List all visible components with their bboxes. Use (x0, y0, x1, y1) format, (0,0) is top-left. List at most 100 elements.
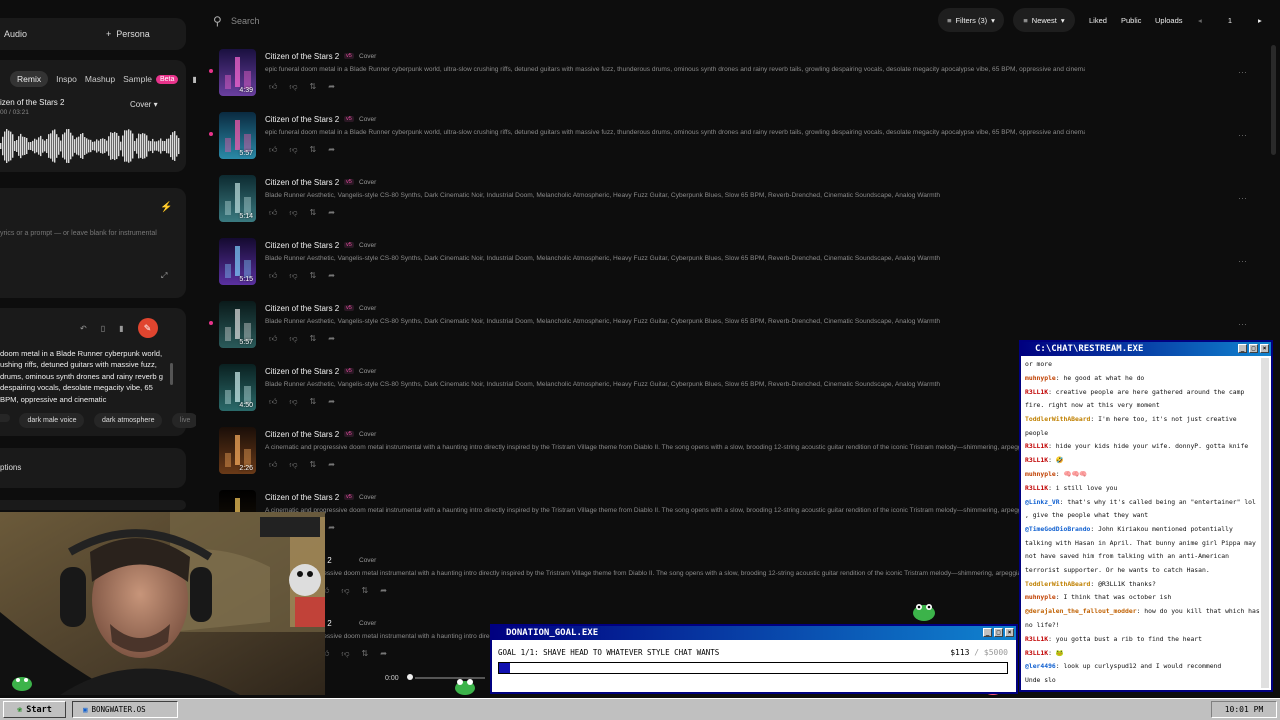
song-title[interactable]: Citizen of the Stars 2 (265, 304, 339, 313)
chat-username[interactable]: @TimeGodDioBrando (1025, 525, 1090, 533)
chat-scrollbar[interactable] (1261, 358, 1269, 688)
persona-button[interactable]: + Persona (106, 29, 150, 39)
song-title[interactable]: Citizen of the Stars 2 (265, 52, 339, 61)
next-page-icon[interactable]: ▸ (1258, 8, 1262, 32)
filters-button[interactable]: ≡ Filters (3) ▾ (938, 8, 1004, 32)
maximize-icon[interactable]: □ (994, 628, 1003, 637)
search-box[interactable]: ⚲ (205, 8, 925, 34)
song-cover-art[interactable]: 5:14 (219, 175, 256, 222)
remix-icon[interactable]: ⇅ (310, 145, 317, 155)
public-filter[interactable]: Public (1121, 8, 1141, 32)
remix-icon[interactable]: ⇅ (310, 208, 317, 218)
more-options-icon[interactable]: ⋯ (1238, 193, 1247, 204)
song-title[interactable]: Citizen of the Stars 2 (265, 241, 339, 250)
trash-icon[interactable]: ▮ (192, 75, 196, 84)
audio-tab[interactable]: Audio (4, 29, 27, 39)
taskbar-app-button[interactable]: ▣ BONGWATER.OS (72, 701, 178, 718)
cover-dropdown[interactable]: Cover ▾ (130, 100, 158, 109)
bookmark-icon[interactable]: ▯ (101, 324, 105, 333)
more-options-icon[interactable]: ⋯ (1238, 256, 1247, 267)
song-title[interactable]: Citizen of the Stars 2 (265, 430, 339, 439)
chat-username[interactable]: muhnyple (1025, 470, 1056, 478)
remix-icon[interactable]: ⇅ (310, 82, 317, 92)
share-icon[interactable]: ➦ (328, 145, 335, 155)
search-input[interactable] (231, 16, 631, 26)
delete-icon[interactable]: ▮ (119, 324, 123, 333)
minimize-icon[interactable]: _ (983, 628, 992, 637)
like-icon[interactable]: 👍︎ (269, 208, 277, 218)
share-icon[interactable]: ➦ (328, 523, 335, 533)
more-options-card[interactable]: ptions (0, 448, 186, 488)
remix-icon[interactable]: ⇅ (310, 334, 317, 344)
dislike-icon[interactable]: 👎︎ (341, 586, 349, 596)
song-title[interactable]: Citizen of the Stars 2 (265, 115, 339, 124)
dislike-icon[interactable]: 👎︎ (289, 208, 297, 218)
style-input[interactable]: doom metal in a Blade Runner cyberpunk w… (0, 348, 166, 405)
share-icon[interactable]: ➦ (328, 334, 335, 344)
chat-username[interactable]: R3LL1K (1025, 649, 1048, 657)
tab-sample[interactable]: Sample (123, 74, 152, 84)
song-row[interactable]: 5:14 Citizen of the Stars 2 v5 Cover Blade R… (205, 171, 1265, 234)
song-title[interactable]: Citizen of the Stars 2 (265, 493, 339, 502)
chat-username[interactable]: R3LL1K (1025, 388, 1048, 396)
share-icon[interactable]: ➦ (328, 460, 335, 470)
player-scrubber[interactable] (406, 674, 413, 680)
song-cover-art[interactable]: 5:15 (219, 238, 256, 285)
song-row[interactable]: 5:57 Citizen of the Stars 2 v5 Cover epic fu… (205, 108, 1265, 171)
chat-username[interactable]: R3LL1K (1025, 635, 1048, 643)
song-cover-art[interactable]: 4:39 (219, 49, 256, 96)
song-title[interactable]: Citizen of the Stars 2 (265, 367, 339, 376)
more-options-icon[interactable]: ⋯ (1238, 319, 1247, 330)
tag-chip[interactable] (0, 414, 10, 422)
dislike-icon[interactable]: 👎︎ (289, 271, 297, 281)
like-icon[interactable]: 👍︎ (269, 145, 277, 155)
expand-icon[interactable]: ⤢ (161, 271, 167, 281)
song-cover-art[interactable]: 4:50 (219, 364, 256, 411)
chat-titlebar[interactable]: C:\CHAT\RESTREAM.EXE _ □ × (1021, 342, 1271, 356)
chat-username[interactable]: @ler4496 (1025, 662, 1056, 670)
minimize-icon[interactable]: _ (1238, 344, 1247, 353)
like-icon[interactable]: 👍︎ (269, 271, 277, 281)
remix-icon[interactable]: ⇅ (310, 397, 317, 407)
magic-wand-icon[interactable]: ⚡ (160, 202, 172, 213)
liked-filter[interactable]: Liked (1089, 8, 1107, 32)
tag-dark-male-voice[interactable]: dark male voice (19, 413, 85, 428)
remix-icon[interactable]: ⇅ (362, 586, 369, 596)
uploads-filter[interactable]: Uploads (1155, 8, 1183, 32)
undo-icon[interactable]: ↶ (80, 324, 87, 333)
share-icon[interactable]: ➦ (328, 208, 335, 218)
remix-icon[interactable]: ⇅ (310, 460, 317, 470)
chat-username[interactable]: R3LL1K (1025, 456, 1048, 464)
page-number[interactable]: 1 (1217, 8, 1243, 32)
dislike-icon[interactable]: 👎︎ (341, 649, 349, 659)
magic-generate-button[interactable]: ✎ (137, 318, 158, 338)
chat-username[interactable]: ToddlerWithABeard (1025, 580, 1090, 588)
song-row[interactable]: 4:39 Citizen of the Stars 2 v5 Cover epic fu… (205, 45, 1265, 108)
song-title[interactable]: Citizen of the Stars 2 (265, 178, 339, 187)
list-scrollbar[interactable] (1271, 45, 1276, 155)
tab-remix[interactable]: Remix (10, 71, 49, 87)
start-button[interactable]: ❀ Start (3, 701, 66, 718)
close-icon[interactable]: × (1260, 344, 1269, 353)
tag-dark-atmosphere[interactable]: dark atmosphere (93, 413, 163, 428)
tab-inspo[interactable]: Inspo (56, 74, 77, 84)
dislike-icon[interactable]: 👎︎ (289, 334, 297, 344)
song-cover-art[interactable]: 2:26 (219, 427, 256, 474)
chat-username[interactable]: R3LL1K (1025, 442, 1048, 450)
chat-username[interactable]: ToddlerWithABeard (1025, 415, 1090, 423)
share-icon[interactable]: ➦ (328, 82, 335, 92)
dislike-icon[interactable]: 👎︎ (289, 397, 297, 407)
sort-button[interactable]: ≡ Newest ▾ (1013, 8, 1075, 32)
maximize-icon[interactable]: □ (1249, 344, 1258, 353)
share-icon[interactable]: ➦ (380, 586, 387, 596)
more-options-icon[interactable]: ⋯ (1238, 130, 1247, 141)
dislike-icon[interactable]: 👎︎ (289, 145, 297, 155)
remix-icon[interactable]: ⇅ (362, 649, 369, 659)
donation-titlebar[interactable]: DONATION_GOAL.EXE _ □ × (492, 626, 1016, 640)
chat-username[interactable]: R3LL1K (1025, 484, 1048, 492)
more-options-icon[interactable]: ⋯ (1238, 67, 1247, 78)
dislike-icon[interactable]: 👎︎ (289, 460, 297, 470)
like-icon[interactable]: 👍︎ (269, 397, 277, 407)
share-icon[interactable]: ➦ (328, 271, 335, 281)
prev-page-icon[interactable]: ◂ (1198, 8, 1202, 32)
